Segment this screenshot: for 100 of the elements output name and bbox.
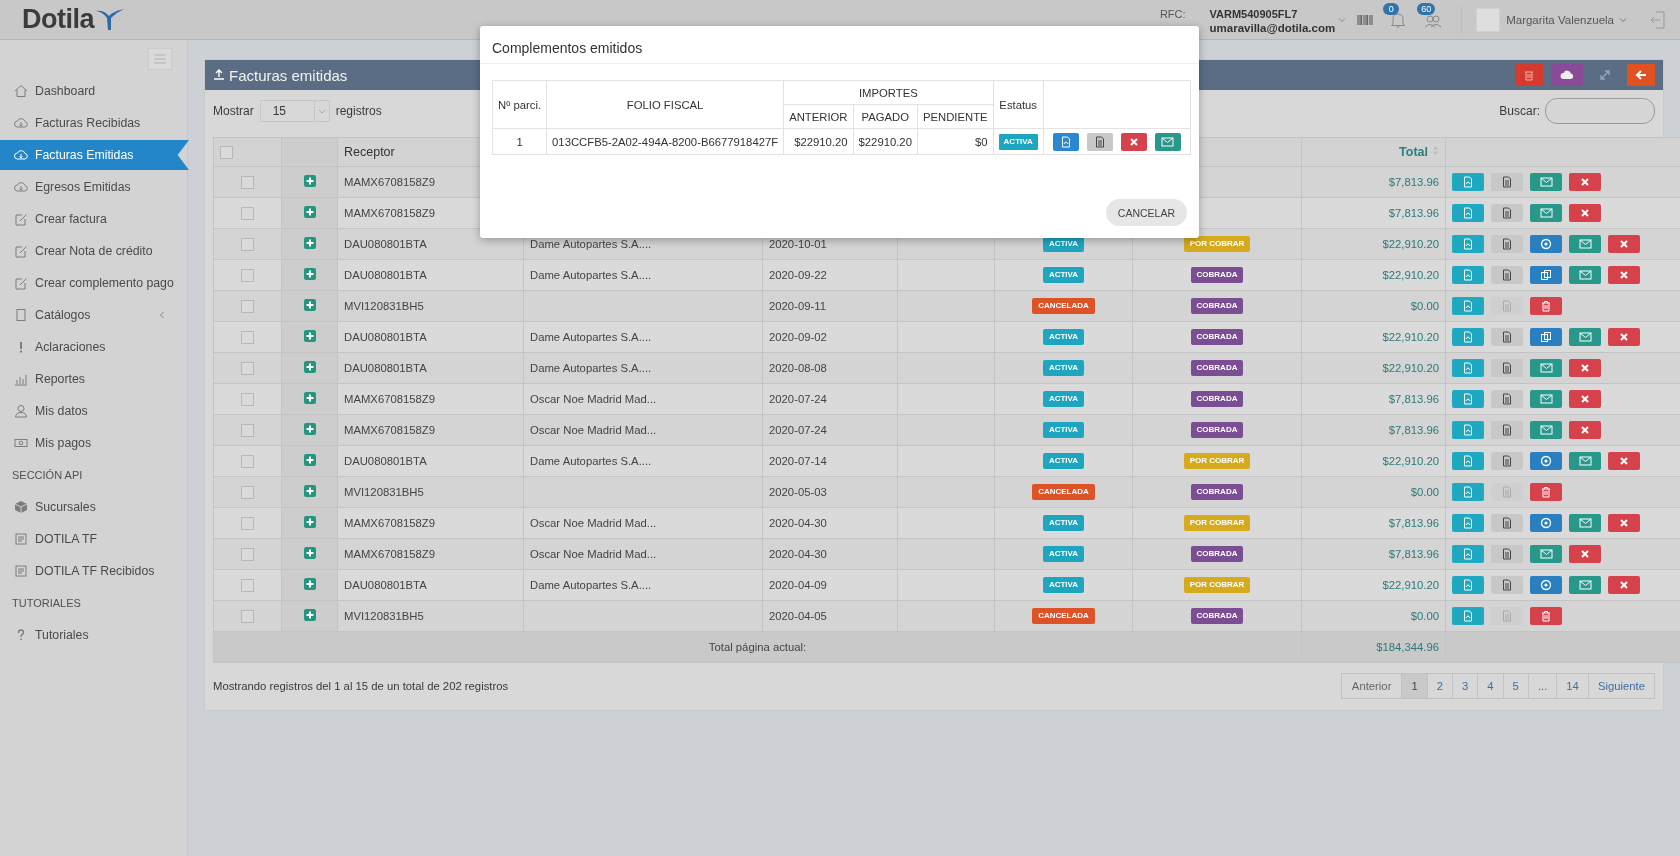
sidebar-item[interactable]: Aclaraciones [0, 332, 187, 362]
pdf-button[interactable] [1452, 607, 1484, 625]
pdf-button[interactable] [1452, 452, 1484, 470]
pagination-link[interactable]: Anterior [1341, 674, 1402, 698]
sidebar-item[interactable]: DOTILA TF [0, 524, 187, 554]
sidebar-item[interactable]: Crear complemento pago [0, 268, 187, 298]
xml-button[interactable] [1491, 390, 1523, 408]
xml-button[interactable] [1491, 204, 1523, 222]
cancel-button[interactable] [1120, 132, 1147, 151]
email-button[interactable] [1530, 390, 1562, 408]
pdf-button[interactable] [1052, 132, 1079, 151]
checkbox[interactable] [241, 423, 254, 437]
checkbox[interactable] [241, 578, 254, 592]
email-button[interactable] [1530, 204, 1562, 222]
cancel-button[interactable] [1569, 421, 1601, 439]
xml-button[interactable] [1491, 576, 1523, 594]
sidebar-item[interactable]: Reportes [0, 364, 187, 394]
pagination-link[interactable]: ... [1527, 674, 1557, 698]
pdf-button[interactable] [1452, 235, 1484, 253]
sidebar-item[interactable]: Facturas Recibidas [0, 108, 187, 138]
xml-button[interactable] [1491, 173, 1523, 191]
sidebar-item[interactable]: Crear factura [0, 204, 187, 234]
pdf-button[interactable] [1452, 328, 1484, 346]
delete-button[interactable] [1530, 297, 1562, 315]
email-button[interactable] [1530, 173, 1562, 191]
checkbox[interactable] [241, 454, 254, 468]
copy-button[interactable] [1530, 266, 1562, 284]
pdf-button[interactable] [1452, 545, 1484, 563]
sidebar-item[interactable]: Tutoriales [0, 620, 187, 650]
sidebar-item[interactable]: DOTILA TF Recibidos [0, 556, 187, 586]
checkbox[interactable] [241, 547, 254, 561]
pagination-link[interactable]: 2 [1426, 674, 1452, 698]
cancel-button[interactable] [1569, 204, 1601, 222]
xml-button[interactable] [1491, 235, 1523, 253]
delete-button[interactable] [1530, 483, 1562, 501]
delete-button[interactable] [1515, 64, 1543, 86]
payment-button[interactable] [1530, 576, 1562, 594]
sidebar-item[interactable]: Facturas Emitidas [0, 140, 189, 170]
pagination-link[interactable]: 14 [1556, 674, 1588, 698]
cancel-button[interactable]: CANCELAR [1105, 199, 1187, 226]
checkbox[interactable] [241, 516, 254, 530]
sidebar-item[interactable]: Catálogos [0, 300, 187, 330]
pdf-button[interactable] [1452, 204, 1484, 222]
email-button[interactable] [1530, 421, 1562, 439]
payment-button[interactable] [1530, 514, 1562, 532]
email-button[interactable] [1569, 452, 1601, 470]
sidebar-item[interactable]: Mis datos [0, 396, 187, 426]
cancel-button[interactable] [1608, 328, 1640, 346]
cloud-upload-button[interactable] [1551, 64, 1583, 86]
xml-button[interactable] [1491, 328, 1523, 346]
cancel-button[interactable] [1569, 359, 1601, 377]
copy-button[interactable] [1530, 328, 1562, 346]
column-header[interactable]: Receptor [344, 145, 395, 159]
pdf-button[interactable] [1452, 483, 1484, 501]
checkbox[interactable] [220, 146, 233, 160]
search-field[interactable] [1545, 98, 1655, 124]
cancel-button[interactable] [1608, 452, 1640, 470]
xml-button[interactable] [1086, 132, 1113, 151]
pagination-link[interactable]: 3 [1452, 674, 1478, 698]
page-size-select[interactable]: 15 [259, 100, 330, 122]
pdf-button[interactable] [1452, 514, 1484, 532]
checkbox[interactable] [241, 206, 254, 220]
cancel-button[interactable] [1608, 235, 1640, 253]
xml-button[interactable] [1491, 452, 1523, 470]
pagination-link[interactable]: 5 [1502, 674, 1528, 698]
sidebar-item[interactable]: Sucursales [0, 492, 187, 522]
sidebar-item[interactable]: Mis pagos [0, 428, 187, 458]
cancel-button[interactable] [1608, 266, 1640, 284]
email-button[interactable] [1569, 266, 1601, 284]
logo[interactable]: Dotila [22, 4, 94, 35]
cancel-button[interactable] [1608, 514, 1640, 532]
delete-button[interactable] [1530, 607, 1562, 625]
payment-button[interactable] [1530, 452, 1562, 470]
pdf-button[interactable] [1452, 421, 1484, 439]
email-button[interactable] [1569, 514, 1601, 532]
xml-button[interactable] [1491, 266, 1523, 284]
xml-button[interactable] [1491, 545, 1523, 563]
cancel-button[interactable] [1569, 390, 1601, 408]
sidebar-item[interactable]: Dashboard [0, 76, 187, 106]
pdf-button[interactable] [1452, 266, 1484, 284]
back-button[interactable] [1627, 64, 1655, 86]
pagination-link[interactable]: 1 [1401, 674, 1427, 698]
checkbox[interactable] [241, 175, 254, 189]
email-button[interactable] [1569, 235, 1601, 253]
cancel-button[interactable] [1569, 545, 1601, 563]
pagination-link[interactable]: 4 [1477, 674, 1503, 698]
email-button[interactable] [1569, 328, 1601, 346]
pdf-button[interactable] [1452, 576, 1484, 594]
user-name[interactable]: Margarita Valenzuela [1506, 13, 1614, 26]
pdf-button[interactable] [1452, 173, 1484, 191]
email-button[interactable] [1569, 576, 1601, 594]
checkbox[interactable] [241, 361, 254, 375]
checkbox[interactable] [241, 392, 254, 406]
pdf-button[interactable] [1452, 297, 1484, 315]
xml-button[interactable] [1491, 514, 1523, 532]
checkbox[interactable] [241, 330, 254, 344]
pdf-button[interactable] [1452, 390, 1484, 408]
pdf-button[interactable] [1452, 359, 1484, 377]
email-button[interactable] [1530, 545, 1562, 563]
email-button[interactable] [1154, 132, 1181, 151]
